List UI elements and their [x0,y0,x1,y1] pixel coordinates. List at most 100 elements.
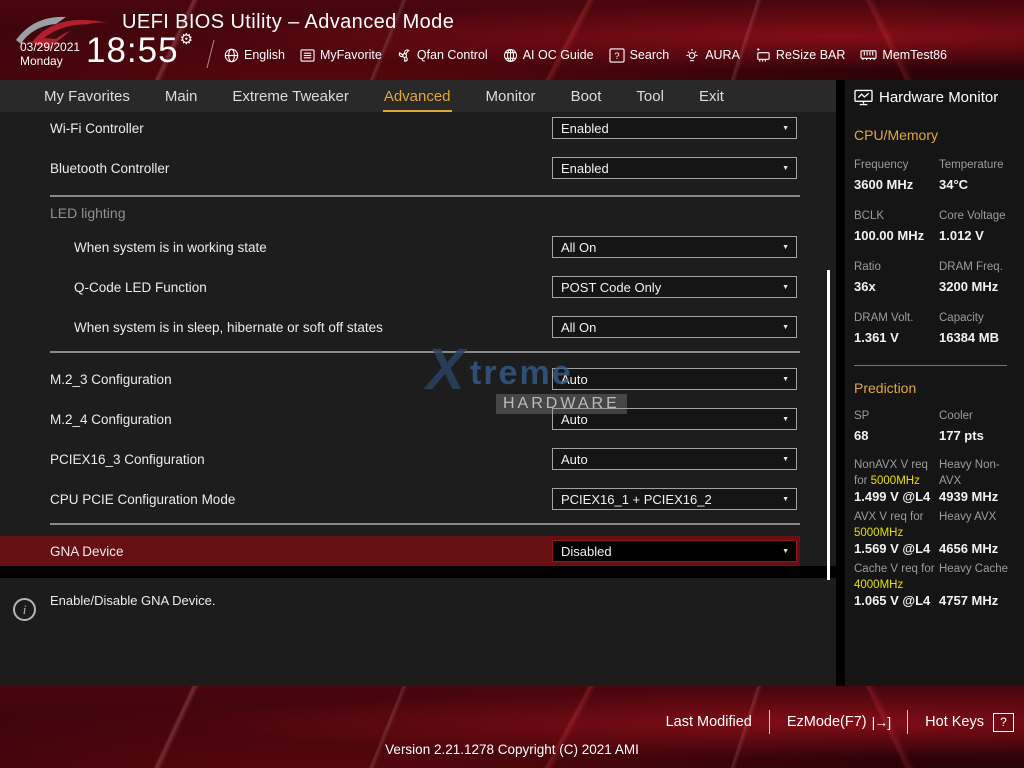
section-divider [50,195,800,197]
setting-label: Bluetooth Controller [50,161,169,176]
ezmode-button[interactable]: EzMode(F7) |→] [787,714,890,730]
led-lighting-section-label: LED lighting [50,205,836,222]
stat-value: 177 pts [939,428,1016,443]
stat-value: 100.00 MHz [854,228,939,243]
stat-label: Cache V req for 4000MHz [854,561,939,593]
stat-label: Heavy Non-AVX [939,457,1016,489]
setting-row-gna-selected[interactable]: GNA Device Disabled ▼ [0,536,800,566]
prediction-section-title: Prediction [854,380,1016,396]
menu-label: English [244,48,285,62]
menu-label: ReSize BAR [776,48,845,62]
menu-item-myfavorite[interactable]: MyFavorite [300,48,382,62]
dropdown-value: PCIEX16_1 + PCIEX16_2 [561,492,712,507]
time-display[interactable]: 18:55⚙ [86,30,194,71]
stat-value: 3200 MHz [939,279,1016,294]
chevron-down-icon: ▼ [782,165,789,172]
setting-label: When system is in sleep, hibernate or so… [74,320,383,335]
stat-label: SP [854,409,939,424]
uefi-bios-screen: UEFI BIOS Utility – Advanced Mode 03/29/… [0,0,1024,768]
tab-tool[interactable]: Tool [635,82,665,112]
wifi-controller-dropdown[interactable]: Enabled ▼ [552,117,797,139]
stat-label: Capacity [939,311,1016,326]
hotkeys-button[interactable]: Hot Keys ? [925,713,1014,732]
stat-value: 4939 MHz [939,489,1016,504]
bluetooth-controller-dropdown[interactable]: Enabled ▼ [552,157,797,179]
pciex16-3-config-dropdown[interactable]: Auto ▼ [552,448,797,470]
last-modified-button[interactable]: Last Modified [666,714,752,730]
prediction-sp-cooler: SP 68 Cooler 177 pts [854,409,1016,443]
setting-row-m2-4: M.2_4 Configuration Auto ▼ [0,408,836,430]
clock-settings-gear-icon[interactable]: ⚙ [180,31,194,48]
footer-separator [907,710,908,734]
chevron-down-icon: ▼ [782,324,789,331]
tab-my-favorites[interactable]: My Favorites [43,82,131,112]
tab-monitor[interactable]: Monitor [485,82,537,112]
setting-label: PCIEX16_3 Configuration [50,452,205,467]
footer-separator [769,710,770,734]
chevron-down-icon: ▼ [782,496,789,503]
dropdown-value: Enabled [561,161,609,176]
sidebar-divider [854,365,1007,366]
stat-bclk: BCLK 100.00 MHz [854,209,939,243]
stat-ratio: Ratio 36x [854,260,939,294]
m2-3-config-dropdown[interactable]: Auto ▼ [552,368,797,390]
menu-item-ai-oc[interactable]: AI OC Guide [503,48,594,63]
ai-oc-guide-icon [503,48,518,63]
stat-heavy-cache: Heavy Cache 4757 MHz [939,561,1016,611]
help-panel: i Enable/Disable GNA Device. [0,578,836,686]
stat-label: Heavy AVX [939,509,1016,541]
stat-heavy-nonavx: Heavy Non-AVX 4939 MHz [939,457,1016,507]
sleep-state-led-dropdown[interactable]: All On ▼ [552,316,797,338]
date-value: 03/29/2021 [20,40,80,54]
stat-value: 36x [854,279,939,294]
m2-4-config-dropdown[interactable]: Auto ▼ [552,408,797,430]
tab-boot[interactable]: Boot [570,82,603,112]
time-value: 18:55 [86,31,179,70]
stat-value: 34°C [939,177,1016,192]
tab-advanced[interactable]: Advanced [383,82,452,112]
scrollbar-thumb[interactable] [827,270,830,580]
fan-icon [397,48,412,63]
dropdown-value: Auto [561,452,588,467]
cpu-pcie-mode-dropdown[interactable]: PCIEX16_1 + PCIEX16_2 ▼ [552,488,797,510]
tab-main[interactable]: Main [164,82,199,112]
stat-dram-freq: DRAM Freq. 3200 MHz [939,260,1016,294]
info-icon: i [13,598,36,621]
hardware-monitor-title: Hardware Monitor [879,89,998,106]
menu-label: MemTest86 [882,48,947,62]
menu-item-language[interactable]: English [224,48,285,63]
setting-label: CPU PCIE Configuration Mode [50,492,235,507]
tab-extreme-tweaker[interactable]: Extreme Tweaker [231,82,349,112]
globe-icon [224,48,239,63]
menu-item-search[interactable]: ? Search [609,48,670,63]
stat-label: DRAM Volt. [854,311,939,326]
footer-bar: Last Modified EzMode(F7) |→] Hot Keys ? … [0,686,1024,768]
prediction-row-nonavx: NonAVX V req for 5000MHz 1.499 V @L4 Hea… [854,457,1016,507]
menu-item-qfan[interactable]: Qfan Control [397,48,488,63]
stat-label: Core Voltage [939,209,1016,224]
setting-row-cpu-pcie: CPU PCIE Configuration Mode PCIEX16_1 + … [0,488,836,510]
dropdown-value: All On [561,320,596,335]
stat-label: Frequency [854,158,939,173]
stat-value: 1.065 V @L4 [854,593,939,608]
dropdown-value: Auto [561,372,588,387]
setting-label: M.2_3 Configuration [50,372,172,387]
gna-device-dropdown[interactable]: Disabled ▼ [552,540,797,562]
version-text: Version 2.21.1278 Copyright (C) 2021 AMI [0,742,1024,757]
search-icon: ? [609,48,625,63]
working-state-led-dropdown[interactable]: All On ▼ [552,236,797,258]
ezmode-label: EzMode(F7) [787,714,867,730]
menu-label: MyFavorite [320,48,382,62]
stat-label: Cooler [939,409,1016,424]
qcode-led-dropdown[interactable]: POST Code Only ▼ [552,276,797,298]
stat-label: BCLK [854,209,939,224]
setting-row-working-state: When system is in working state All On ▼ [0,236,836,258]
chevron-down-icon: ▼ [782,456,789,463]
menu-label: AURA [705,48,740,62]
menu-item-aura[interactable]: AURA [684,48,740,63]
menu-item-memtest[interactable]: MemTest86 [860,48,947,62]
menu-item-resize-bar[interactable]: ReSize BAR [755,48,845,63]
stat-avx-vreq: AVX V req for 5000MHz 1.569 V @L4 [854,509,939,559]
prediction-row-avx: AVX V req for 5000MHz 1.569 V @L4 Heavy … [854,509,1016,559]
tab-exit[interactable]: Exit [698,82,725,112]
